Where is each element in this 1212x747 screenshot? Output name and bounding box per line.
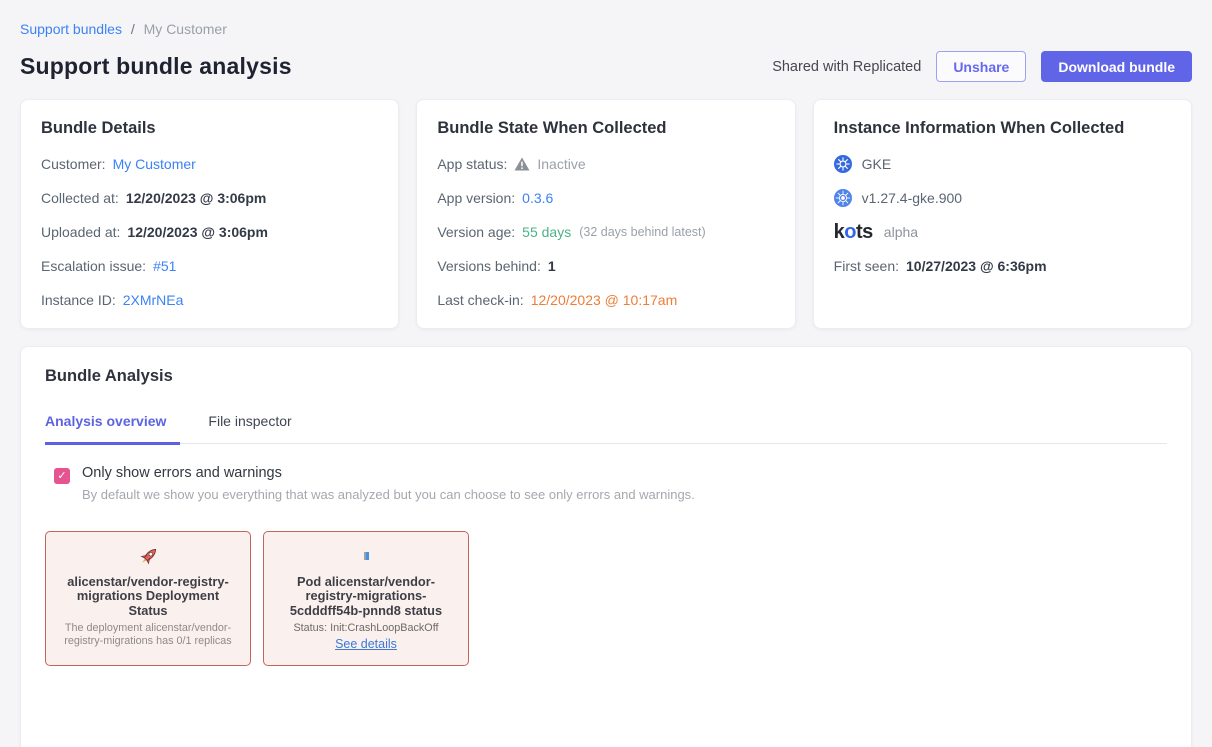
bundle-details-title: Bundle Details: [41, 119, 378, 138]
kots-logo: kots: [834, 223, 873, 241]
finding-message: The deployment alicenstar/vendor-registr…: [59, 622, 237, 647]
breadcrumb: Support bundles / My Customer: [20, 0, 1192, 37]
info-cards-row: Bundle Details Customer: My Customer Col…: [20, 99, 1192, 329]
bundle-state-title: Bundle State When Collected: [437, 119, 774, 138]
analysis-findings: alicenstar/vendor-registry-migrations De…: [45, 531, 1167, 666]
k8s-version-value: v1.27.4-gke.900: [862, 189, 962, 207]
pod-icon: [277, 543, 455, 569]
escalation-issue-row: Escalation issue: #51: [41, 257, 378, 275]
escalation-issue-label: Escalation issue:: [41, 257, 146, 275]
version-age-label: Version age:: [437, 223, 515, 241]
collected-at-value: 12/20/2023 @ 3:06pm: [126, 189, 267, 207]
finding-title: Pod alicenstar/vendor-registry-migration…: [277, 575, 455, 618]
tab-file-inspector[interactable]: File inspector: [208, 413, 305, 443]
kubernetes-icon: [834, 189, 852, 207]
app-status-value: Inactive: [537, 155, 585, 173]
app-status-label: App status:: [437, 155, 507, 173]
instance-id-row: Instance ID: 2XMrNEa: [41, 291, 378, 309]
instance-id-label: Instance ID:: [41, 291, 116, 309]
download-bundle-button[interactable]: Download bundle: [1041, 51, 1192, 82]
uploaded-at-row: Uploaded at: 12/20/2023 @ 3:06pm: [41, 223, 378, 241]
bundle-details-card: Bundle Details Customer: My Customer Col…: [20, 99, 399, 329]
last-checkin-value: 12/20/2023 @ 10:17am: [531, 291, 678, 309]
k8s-version-row: v1.27.4-gke.900: [834, 189, 1171, 207]
first-seen-row: First seen: 10/27/2023 @ 6:36pm: [834, 257, 1171, 275]
version-age-note: (32 days behind latest): [579, 223, 705, 241]
last-checkin-row: Last check-in: 12/20/2023 @ 10:17am: [437, 291, 774, 309]
breadcrumb-current: My Customer: [144, 21, 227, 37]
bundle-analysis-card: Bundle Analysis Analysis overview File i…: [20, 346, 1192, 747]
customer-link[interactable]: My Customer: [113, 155, 196, 173]
finding-status: Status: Init:CrashLoopBackOff: [277, 622, 455, 634]
distribution-value: GKE: [862, 155, 892, 173]
distribution-row: GKE: [834, 155, 1171, 173]
version-age-row: Version age: 55 days (32 days behind lat…: [437, 223, 774, 241]
header-actions: Shared with Replicated Unshare Download …: [772, 51, 1192, 82]
uploaded-at-label: Uploaded at:: [41, 223, 120, 241]
kots-row: kots alpha: [834, 223, 1171, 241]
rocket-icon: [59, 543, 237, 569]
collected-at-label: Collected at:: [41, 189, 119, 207]
warning-triangle-icon: [514, 157, 530, 171]
shared-with-replicated-note: Shared with Replicated: [772, 59, 921, 75]
versions-behind-row: Versions behind: 1: [437, 257, 774, 275]
app-version-link[interactable]: 0.3.6: [522, 189, 553, 207]
analysis-tabs: Analysis overview File inspector: [45, 413, 1167, 444]
instance-info-title: Instance Information When Collected: [834, 119, 1171, 138]
see-details-link[interactable]: See details: [335, 637, 397, 651]
app-version-label: App version:: [437, 189, 515, 207]
app-version-row: App version: 0.3.6: [437, 189, 774, 207]
app-status-row: App status: Inactive: [437, 155, 774, 173]
tab-analysis-overview[interactable]: Analysis overview: [45, 413, 180, 445]
escalation-issue-link[interactable]: #51: [153, 257, 176, 275]
instance-info-card: Instance Information When Collected GKE …: [813, 99, 1192, 329]
finding-title: alicenstar/vendor-registry-migrations De…: [59, 575, 237, 618]
page-title: Support bundle analysis: [20, 53, 292, 80]
breadcrumb-support-bundles-link[interactable]: Support bundles: [20, 21, 122, 37]
first-seen-value: 10/27/2023 @ 6:36pm: [906, 257, 1047, 275]
filter-description: By default we show you everything that w…: [82, 487, 695, 502]
versions-behind-value: 1: [548, 257, 556, 275]
instance-id-link[interactable]: 2XMrNEa: [123, 291, 184, 309]
errors-warnings-filter: Only show errors and warnings By default…: [45, 465, 1167, 502]
finding-deployment-status: alicenstar/vendor-registry-migrations De…: [45, 531, 251, 666]
support-bundle-analysis-page: Support bundles / My Customer Support bu…: [0, 0, 1212, 747]
only-errors-checkbox[interactable]: [54, 468, 70, 484]
gke-distribution-icon: [834, 155, 852, 173]
versions-behind-label: Versions behind:: [437, 257, 541, 275]
breadcrumb-separator: /: [131, 21, 135, 37]
kots-version-value: alpha: [884, 223, 918, 241]
kots-logo-o: o: [844, 221, 856, 243]
filter-label: Only show errors and warnings: [82, 465, 695, 481]
last-checkin-label: Last check-in:: [437, 291, 523, 309]
bundle-state-card: Bundle State When Collected App status: …: [416, 99, 795, 329]
collected-at-row: Collected at: 12/20/2023 @ 3:06pm: [41, 189, 378, 207]
customer-label: Customer:: [41, 155, 106, 173]
first-seen-label: First seen:: [834, 257, 899, 275]
bundle-analysis-title: Bundle Analysis: [45, 367, 1167, 386]
unshare-button[interactable]: Unshare: [936, 51, 1026, 82]
uploaded-at-value: 12/20/2023 @ 3:06pm: [127, 223, 268, 241]
finding-pod-status: Pod alicenstar/vendor-registry-migration…: [263, 531, 469, 666]
customer-row: Customer: My Customer: [41, 155, 378, 173]
page-header: Support bundle analysis Shared with Repl…: [20, 51, 1192, 82]
version-age-value: 55 days: [522, 223, 571, 241]
